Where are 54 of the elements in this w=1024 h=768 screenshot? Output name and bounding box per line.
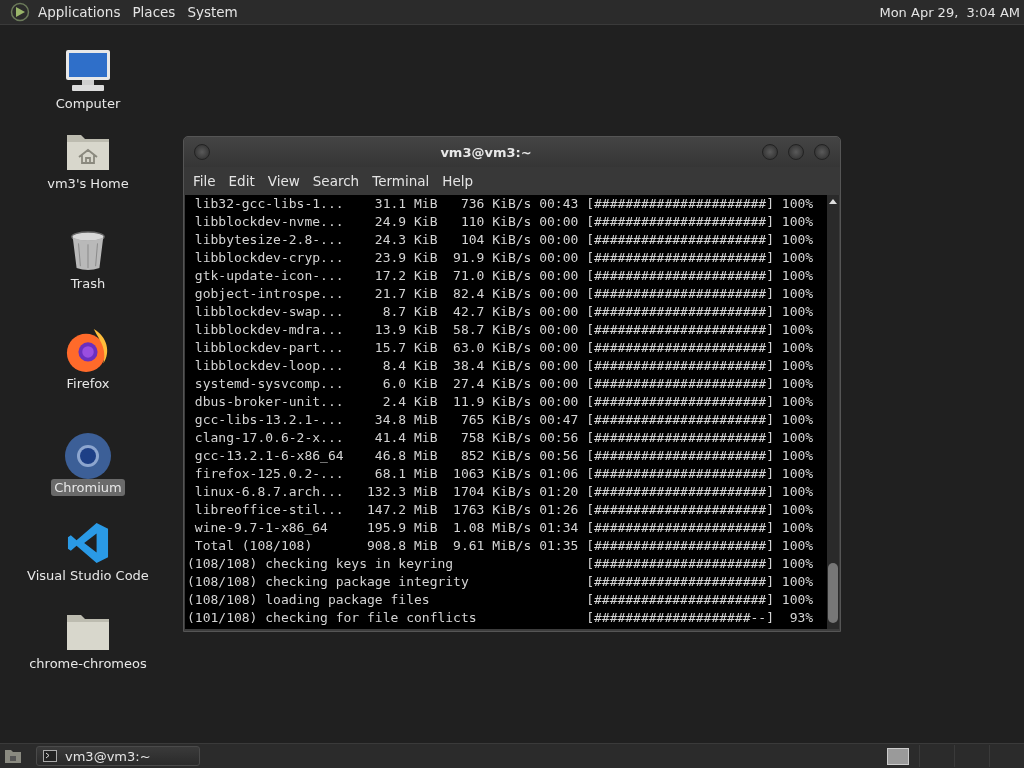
- panel-menu[interactable]: Places: [128, 4, 184, 20]
- menu-item[interactable]: View: [264, 173, 308, 189]
- terminal-line: firefox-125.0.2-... 68.1 MiB 1063 KiB/s 01:06 [######################] 100%: [193, 465, 815, 483]
- terminal-line: Total (108/108) 908.8 MiB 9.61 MiB/s 01:35 [######################] 100%: [193, 537, 815, 555]
- icon-label[interactable]: Chromium: [51, 479, 125, 496]
- terminal-line: (101/108) checking for file conflicts [####################--] 93%: [187, 609, 815, 627]
- terminal-line: (108/108) checking package integrity [######################] 100%: [187, 573, 815, 591]
- icon-label[interactable]: vm3's Home: [44, 175, 132, 192]
- icon-label[interactable]: Firefox: [63, 375, 113, 392]
- icon-label[interactable]: Trash: [67, 275, 109, 292]
- menu-item[interactable]: File: [190, 173, 224, 189]
- logo-icon[interactable]: [10, 2, 30, 22]
- menu-item[interactable]: Search: [309, 173, 368, 189]
- terminal-line: lib32-gcc-libs-1... 31.1 MiB 736 KiB/s 00:43 [######################] 100%: [193, 195, 815, 213]
- terminal-line: libblockdev-nvme... 24.9 KiB 110 KiB/s 00:00 [######################] 100%: [193, 213, 815, 231]
- trash-icon[interactable]: [69, 228, 107, 273]
- terminal-line: gcc-13.2.1-6-x86_64 46.8 MiB 852 KiB/s 00:56 [######################] 100%: [193, 447, 815, 465]
- terminal-line: dbus-broker-unit... 2.4 KiB 11.9 KiB/s 00:00 [######################] 100%: [193, 393, 815, 411]
- scroll-thumb[interactable]: [828, 563, 838, 623]
- terminal-line: clang-17.0.6-2-x... 41.4 MiB 758 KiB/s 00:56 [######################] 100%: [193, 429, 815, 447]
- terminal-line: libblockdev-mdra... 13.9 KiB 58.7 KiB/s 00:00 [######################] 100%: [193, 321, 815, 339]
- chromium-icon[interactable]: [64, 431, 112, 480]
- taskbar-button[interactable]: vm3@vm3:~: [36, 746, 200, 766]
- icon-label[interactable]: Visual Studio Code: [24, 567, 152, 584]
- terminal-line: gtk-update-icon-... 17.2 KiB 71.0 KiB/s 00:00 [######################] 100%: [193, 267, 815, 285]
- vscode-icon[interactable]: [67, 521, 109, 564]
- terminal-line: libbytesize-2.8-... 24.3 KiB 104 KiB/s 00:00 [######################] 100%: [193, 231, 815, 249]
- terminal-line: libblockdev-loop... 8.4 KiB 38.4 KiB/s 00:00 [######################] 100%: [193, 357, 815, 375]
- clock[interactable]: Mon Apr 29, 3:04 AM: [879, 4, 1024, 20]
- terminal-icon: [43, 750, 57, 762]
- menu-item[interactable]: Help: [439, 173, 482, 189]
- terminal-line: (108/108) checking keys in keyring [######################] 100%: [187, 555, 815, 573]
- menu-item[interactable]: Edit: [225, 173, 263, 189]
- terminal-line: libblockdev-part... 15.7 KiB 63.0 KiB/s 00:00 [######################] 100%: [193, 339, 815, 357]
- terminal-line: (108/108) loading package files [######################] 100%: [187, 591, 815, 609]
- terminal-line: gcc-libs-13.2.1-... 34.8 MiB 765 KiB/s 00:47 [######################] 100%: [193, 411, 815, 429]
- scroll-up-icon[interactable]: [829, 199, 837, 204]
- terminal-line: libblockdev-swap... 8.7 KiB 42.7 KiB/s 00:00 [######################] 100%: [193, 303, 815, 321]
- terminal-line: libreoffice-stil... 147.2 MiB 1763 KiB/s 01:26 [######################] 100%: [193, 501, 815, 519]
- computer-icon[interactable]: [64, 48, 112, 93]
- terminal-line: wine-9.7-1-x86_64 195.9 MiB 1.08 MiB/s 01:34 [######################] 100%: [193, 519, 815, 537]
- icon-label[interactable]: chrome-chromeos: [26, 655, 150, 672]
- window-title: vm3@vm3:~: [439, 144, 533, 160]
- terminal-line: gobject-introspe... 21.7 KiB 82.4 KiB/s 00:00 [######################] 100%: [193, 285, 815, 303]
- show-desktop-icon[interactable]: [4, 748, 22, 764]
- menu-item[interactable]: Terminal: [369, 173, 438, 189]
- icon-label[interactable]: Computer: [52, 95, 124, 112]
- scrollbar[interactable]: [827, 195, 839, 629]
- terminal-line: linux-6.8.7.arch... 132.3 MiB 1704 KiB/s 01:20 [######################] 100%: [193, 483, 815, 501]
- panel-menu[interactable]: System: [183, 4, 246, 20]
- terminal-line: libblockdev-cryp... 23.9 KiB 91.9 KiB/s 00:00 [######################] 100%: [193, 249, 815, 267]
- panel-menu[interactable]: Applications: [34, 4, 129, 20]
- workspace-switcher[interactable]: [887, 747, 909, 765]
- terminal-line: systemd-sysvcomp... 6.0 KiB 27.4 KiB/s 00:00 [######################] 100%: [193, 375, 815, 393]
